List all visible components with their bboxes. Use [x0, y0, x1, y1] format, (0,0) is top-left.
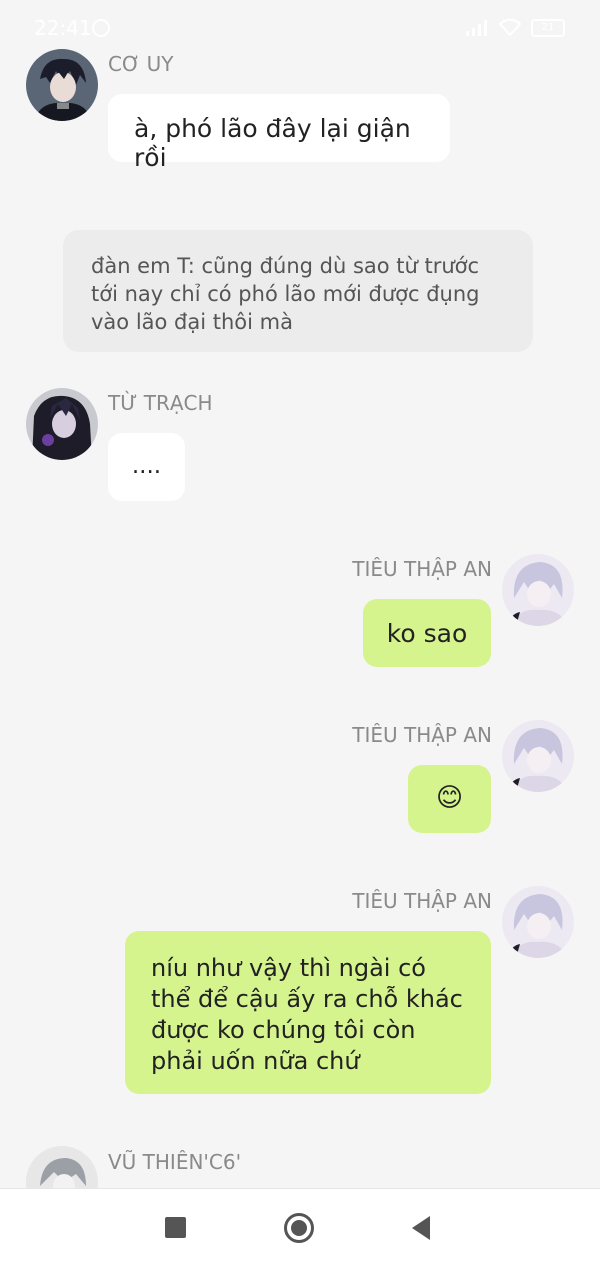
home-circle-icon[interactable] [284, 1213, 314, 1243]
system-note-text: đàn em T: cũng đúng dù sao từ trước tới … [91, 254, 480, 334]
status-time: 22:41 [34, 16, 92, 40]
wifi-icon [498, 18, 522, 36]
back-triangle-icon[interactable] [412, 1216, 430, 1240]
notification-icon [92, 19, 110, 37]
message-text: .... [131, 453, 162, 479]
message-bubble[interactable]: .... [108, 433, 185, 501]
avatar-white-haired-boy-icon[interactable] [502, 554, 574, 626]
signal-icon [466, 20, 487, 36]
battery-icon: 21 [531, 19, 565, 37]
smile-emoji-icon: 😊 [435, 783, 464, 813]
message-text: à, phó lão đây lại giận rồi [134, 114, 411, 172]
message-text: ko sao [386, 619, 468, 648]
avatar-dark-hooded-man-icon[interactable] [26, 388, 98, 460]
recent-apps-square-icon[interactable] [165, 1217, 186, 1238]
system-note: đàn em T: cũng đúng dù sao từ trước tới … [63, 230, 533, 352]
message-bubble[interactable]: à, phó lão đây lại giận rồi [108, 94, 450, 172]
avatar-white-haired-boy-icon[interactable] [502, 886, 574, 958]
navigation-bar [0, 1188, 600, 1267]
message-text: níu như vậy thì ngài có thể để cậu ấy ra… [151, 954, 463, 1075]
sender-name: CƠ UY [108, 52, 174, 76]
sender-name: TIÊU THẬP AN [352, 723, 492, 747]
message-bubble[interactable]: ko sao [363, 599, 491, 667]
avatar-dark-haired-man-icon[interactable] [26, 49, 98, 121]
status-bar: 22:41 21 [0, 0, 600, 56]
avatar-white-haired-boy-icon[interactable] [502, 720, 574, 792]
sender-name: TỪ TRẠCH [108, 391, 213, 415]
sender-name: VŨ THIÊN'C6' [108, 1150, 242, 1174]
sender-name: TIÊU THẬP AN [352, 557, 492, 581]
message-bubble[interactable]: 😊 [408, 765, 491, 833]
message-bubble[interactable]: níu như vậy thì ngài có thể để cậu ấy ra… [125, 931, 491, 1094]
sender-name: TIÊU THẬP AN [352, 889, 492, 913]
